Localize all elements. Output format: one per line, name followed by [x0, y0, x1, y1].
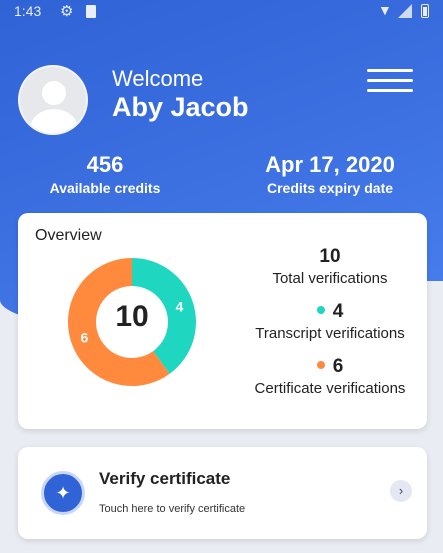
- signal-icon: [398, 4, 412, 18]
- certificate-label: Certificate verifications: [254, 380, 406, 397]
- user-name: Aby Jacob: [112, 92, 249, 122]
- total-label: Total verifications: [272, 270, 388, 287]
- expiry-value: Apr 17, 2020: [265, 152, 395, 177]
- chevron-right-icon[interactable]: ›: [390, 480, 412, 502]
- status-bar: 1:43 ⚙ ▼: [0, 0, 443, 24]
- donut-center-total: 10: [115, 300, 149, 333]
- avatar-body: [30, 109, 78, 133]
- certificate-value: 6: [332, 356, 344, 377]
- certificate-verifications: 6 Certificate verifications: [241, 356, 419, 397]
- welcome-text: Welcome: [112, 66, 204, 91]
- certificate-legend-dot: [316, 360, 325, 369]
- total-verifications: 10 Total verifications: [255, 246, 405, 287]
- transcript-label: Transcript verifications: [255, 325, 405, 342]
- transcript-value: 4: [332, 301, 344, 322]
- available-credits: 456 Available credits: [40, 152, 170, 196]
- stamp-icon: ✦: [55, 483, 71, 503]
- hamburger-menu-icon[interactable]: [367, 66, 413, 96]
- expiry-label: Credits expiry date: [266, 180, 394, 196]
- transcript-legend-dot: [316, 305, 325, 314]
- avatar-head: [42, 81, 66, 105]
- battery-icon: [421, 4, 429, 18]
- verify-certificate-card[interactable]: ✦ Verify certificate Touch here to verif…: [18, 447, 427, 539]
- credits-expiry: Apr 17, 2020 Credits expiry date: [255, 152, 405, 196]
- verification-donut-chart: 4 6 10: [66, 256, 198, 388]
- transcript-verifications: 4 Transcript verifications: [241, 301, 419, 342]
- credits-value: 456: [86, 152, 124, 177]
- wifi-icon: ▼: [378, 2, 392, 18]
- verify-subtitle: Touch here to verify certificate: [99, 503, 246, 515]
- total-value: 10: [319, 246, 341, 267]
- verify-title: Verify certificate: [99, 469, 231, 488]
- overview-card: Overview 4 6 10 10 Total verifications 4…: [18, 213, 427, 429]
- gear-icon: ⚙: [60, 3, 74, 20]
- verify-icon-circle: ✦: [41, 471, 85, 515]
- overview-title: Overview: [35, 227, 102, 244]
- sd-card-icon: [86, 5, 96, 18]
- avatar[interactable]: [18, 65, 88, 135]
- status-time: 1:43: [14, 3, 42, 19]
- credits-label: Available credits: [49, 180, 161, 196]
